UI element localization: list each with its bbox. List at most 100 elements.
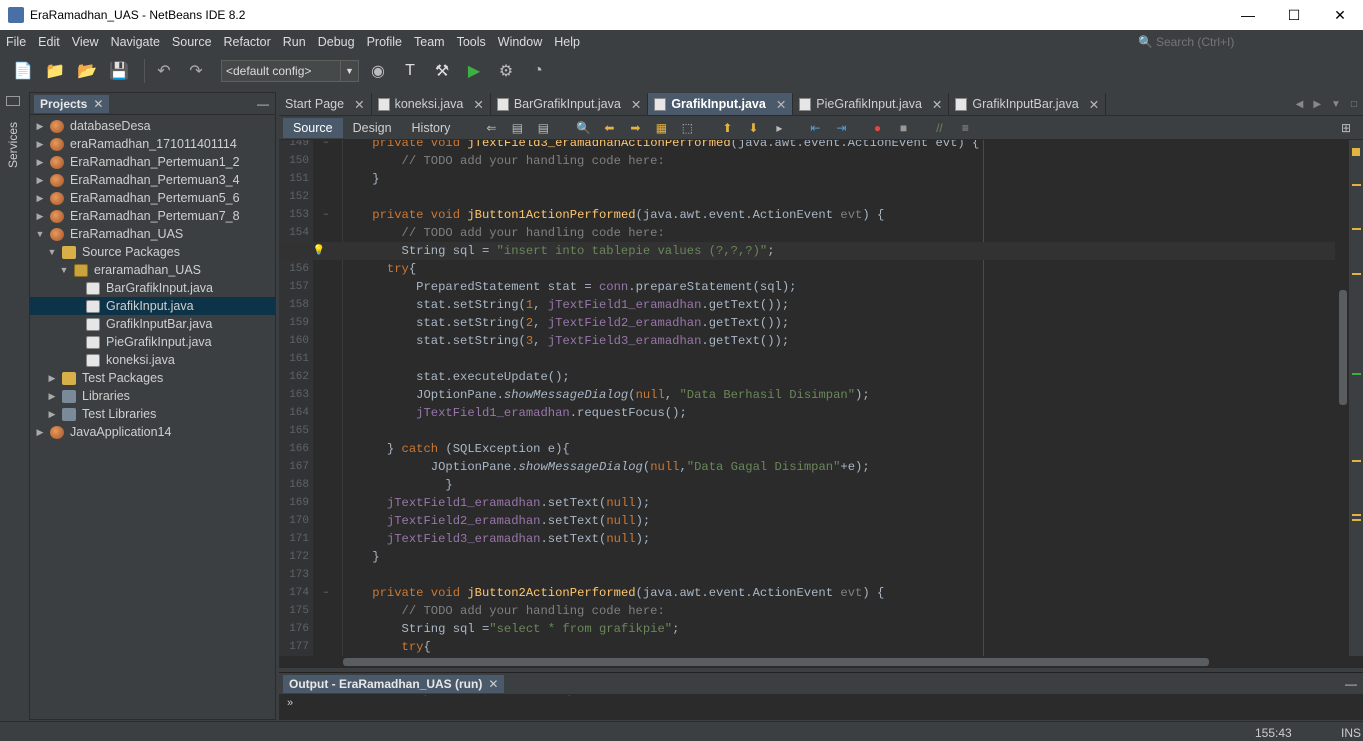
code-line[interactable]: 162 stat.executeUpdate(); [279, 368, 1335, 386]
minimize-icon[interactable]: — [1345, 677, 1357, 691]
editor-tab[interactable]: BarGrafikInput.java ✕ [491, 93, 649, 115]
start-macro-icon[interactable]: ● [866, 119, 888, 137]
code-line[interactable]: 153− private void jButton1ActionPerforme… [279, 206, 1335, 224]
current-line-mark[interactable] [1352, 373, 1361, 375]
menu-tools[interactable]: Tools [451, 35, 492, 49]
code-area[interactable]: 149− private void jTextField3_eramadhanA… [279, 140, 1363, 656]
projects-tab[interactable]: Projects ✕ [34, 94, 110, 113]
shift-left-icon[interactable]: ⇤ [804, 119, 826, 137]
close-tab-icon[interactable]: ✕ [1089, 97, 1099, 112]
view-tab-source[interactable]: Source [283, 117, 343, 138]
code-line[interactable]: 157 PreparedStatement stat = conn.prepar… [279, 278, 1335, 296]
collapse-icon[interactable]: ▼ [58, 265, 70, 275]
tree-item[interactable]: GrafikInputBar.java [30, 315, 275, 333]
quick-search[interactable]: 🔍 [1138, 30, 1363, 54]
editor-tab[interactable]: GrafikInputBar.java ✕ [949, 93, 1107, 115]
rectangular-select-icon[interactable]: ⬚ [676, 119, 698, 137]
build-hammer-icon[interactable]: T [397, 58, 423, 84]
next-bookmark-icon[interactable]: ⬇ [742, 119, 764, 137]
forward-icon[interactable]: ▤ [532, 119, 554, 137]
new-file-icon[interactable]: 📄 [10, 58, 36, 84]
clean-build-icon[interactable]: ⚒ [429, 58, 455, 84]
tree-item[interactable]: ▶ EraRamadhan_Pertemuan1_2 [30, 153, 275, 171]
search-input[interactable] [1156, 35, 1346, 49]
code-line[interactable]: 158 stat.setString(1, jTextField1_eramad… [279, 296, 1335, 314]
minimize-button[interactable]: — [1225, 0, 1271, 30]
debug-icon[interactable]: ⚙ [493, 58, 519, 84]
expand-icon[interactable]: ▶ [46, 391, 58, 402]
save-all-icon[interactable]: 💾 [106, 58, 132, 84]
warning-mark[interactable] [1352, 273, 1361, 275]
last-edit-icon[interactable]: ⇐ [480, 119, 502, 137]
tree-item[interactable]: ▶ EraRamadhan_Pertemuan5_6 [30, 189, 275, 207]
code-line[interactable]: 173 [279, 566, 1335, 584]
code-line[interactable]: 152 [279, 188, 1335, 206]
fold-toggle-icon[interactable]: − [309, 588, 343, 598]
expand-icon[interactable]: ▶ [34, 211, 46, 222]
fold-toggle-icon[interactable]: − [309, 210, 343, 220]
editor-tab[interactable]: Start Page ✕ [279, 93, 372, 115]
code-line[interactable]: 166 } catch (SQLException e){ [279, 440, 1335, 458]
run-icon[interactable]: ▶ [461, 58, 487, 84]
scroll-left-icon[interactable]: ◀ [1296, 99, 1304, 110]
code-line[interactable]: 156 try{ [279, 260, 1335, 278]
tree-item[interactable]: ▶ JavaApplication14 [30, 423, 275, 441]
horizontal-scroll-thumb[interactable] [343, 658, 1209, 666]
shift-right-icon[interactable]: ⇥ [830, 119, 852, 137]
tree-item[interactable]: ▶ Libraries [30, 387, 275, 405]
maximize-window-icon[interactable]: □ [1351, 99, 1357, 110]
code-line[interactable]: 167 JOptionPane.showMessageDialog(null,"… [279, 458, 1335, 476]
tab-list-icon[interactable]: ▼ [1331, 99, 1341, 110]
editor-tab[interactable]: koneksi.java ✕ [372, 93, 491, 115]
warning-mark[interactable] [1352, 228, 1361, 230]
minimize-icon[interactable]: — [257, 97, 269, 111]
view-tab-design[interactable]: Design [343, 118, 402, 138]
editor-tab[interactable]: GrafikInput.java ✕ [648, 93, 794, 115]
menu-source[interactable]: Source [166, 35, 218, 49]
code-line[interactable]: 170 jTextField2_eramadhan.setText(null); [279, 512, 1335, 530]
menu-view[interactable]: View [66, 35, 105, 49]
tree-item[interactable]: BarGrafikInput.java [30, 279, 275, 297]
view-tab-history[interactable]: History [402, 118, 461, 138]
expand-icon[interactable]: ▶ [34, 427, 46, 438]
collapse-icon[interactable]: ▼ [46, 247, 58, 257]
config-select[interactable]: <default config> ▼ [221, 60, 359, 82]
code-line[interactable]: 174− private void jButton2ActionPerforme… [279, 584, 1335, 602]
code-line[interactable]: 176 String sql ="select * from grafikpie… [279, 620, 1335, 638]
close-tab-icon[interactable]: ✕ [354, 97, 364, 112]
menu-edit[interactable]: Edit [32, 35, 66, 49]
menu-navigate[interactable]: Navigate [105, 35, 166, 49]
open-project-icon[interactable]: 📂 [74, 58, 100, 84]
undo-icon[interactable]: ↶ [151, 58, 177, 84]
maximize-button[interactable]: ☐ [1271, 0, 1317, 30]
stop-macro-icon[interactable]: ■ [892, 119, 914, 137]
tree-item[interactable]: GrafikInput.java [30, 297, 275, 315]
find-icon[interactable]: 🔍 [572, 119, 594, 137]
tree-item[interactable]: ▶ EraRamadhan_Pertemuan3_4 [30, 171, 275, 189]
close-window-button[interactable]: ✕ [1317, 0, 1363, 30]
comment-icon[interactable]: // [928, 119, 950, 137]
code-line[interactable]: 171 jTextField3_eramadhan.setText(null); [279, 530, 1335, 548]
find-previous-icon[interactable]: ⬅ [598, 119, 620, 137]
code-line[interactable]: 149− private void jTextField3_eramadhanA… [279, 140, 1335, 152]
menu-profile[interactable]: Profile [361, 35, 408, 49]
tree-item[interactable]: ▶ Test Libraries [30, 405, 275, 423]
code-line[interactable]: 168 } [279, 476, 1335, 494]
close-tab-icon[interactable]: ✕ [776, 97, 786, 112]
tree-item[interactable]: ▼ eraramadhan_UAS [30, 261, 275, 279]
services-tab[interactable]: Services [6, 122, 20, 168]
tree-item[interactable]: ▶ eraRamadhan_171011401114 [30, 135, 275, 153]
code-line[interactable]: 164 jTextField1_eramadhan.requestFocus()… [279, 404, 1335, 422]
code-line[interactable]: 172 } [279, 548, 1335, 566]
tree-item[interactable]: ▶ Test Packages [30, 369, 275, 387]
close-tab-icon[interactable]: ✕ [631, 97, 641, 112]
vertical-scrollbar[interactable] [1337, 140, 1349, 656]
code-line[interactable]: 169 jTextField1_eramadhan.setText(null); [279, 494, 1335, 512]
code-line[interactable]: 165 [279, 422, 1335, 440]
warning-mark[interactable] [1352, 519, 1361, 521]
toggle-highlight-icon[interactable]: ▦ [650, 119, 672, 137]
code-line[interactable]: 163 JOptionPane.showMessageDialog(null, … [279, 386, 1335, 404]
expand-icon[interactable]: ▶ [46, 373, 58, 384]
code-line[interactable]: 150 // TODO add your handling code here: [279, 152, 1335, 170]
menu-help[interactable]: Help [548, 35, 586, 49]
